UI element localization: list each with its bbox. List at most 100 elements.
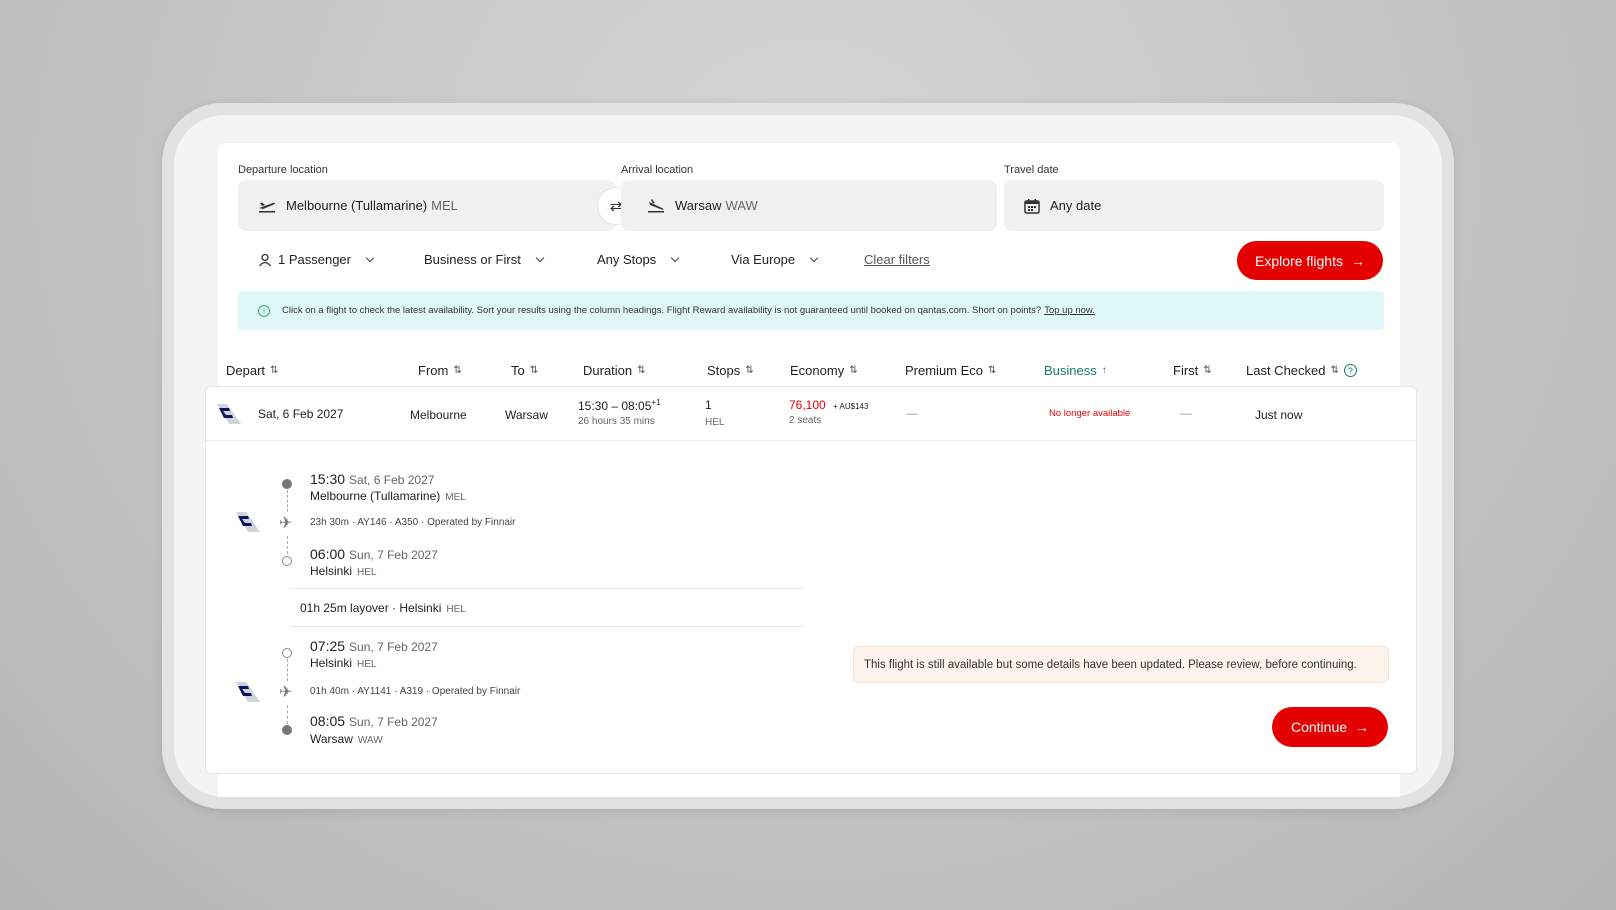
- column-from[interactable]: From ⇅: [418, 363, 462, 378]
- column-depart-label: Depart: [226, 363, 266, 378]
- column-premium-eco[interactable]: Premium Eco ⇅: [905, 363, 996, 378]
- finnair-tail-logo-icon: [236, 512, 260, 532]
- timeline-stop-dot: [282, 556, 292, 566]
- segment-1-departure-time: 15:30 Sat, 6 Feb 2027: [310, 471, 434, 487]
- sort-icon: ⇅: [988, 365, 997, 376]
- row-to: Warsaw: [505, 408, 548, 422]
- segment-1-dep-date: Sat, 6 Feb 2027: [349, 473, 435, 487]
- row-stops-count: 1: [705, 398, 712, 412]
- date-value: Any date: [1050, 198, 1102, 213]
- row-divider: [206, 440, 1416, 441]
- sort-icon: ⇅: [453, 365, 462, 376]
- column-from-label: From: [418, 363, 449, 378]
- segment-1-arr-time: 06:00: [310, 546, 346, 562]
- segment-2-arr-time: 08:05: [310, 713, 346, 729]
- plane-icon: ✈: [279, 684, 293, 701]
- layover-divider-bottom: [290, 626, 804, 627]
- segment-2-meta: 01h 40m · AY1141 · A319 · Operated by Fi…: [310, 686, 521, 697]
- passengers-dropdown[interactable]: 1 Passenger: [258, 252, 375, 267]
- explore-flights-label: Explore flights: [1255, 252, 1343, 269]
- arrival-value: Warsaw: [675, 198, 722, 213]
- segment-1-arrival-place: Helsinki HEL: [310, 564, 376, 578]
- segment-2-dep-date: Sun, 7 Feb 2027: [349, 640, 438, 654]
- arrival-code: WAW: [725, 198, 758, 213]
- layover-info: 01h 25m layover · Helsinki HEL: [300, 601, 466, 615]
- segment-2-dep-time: 07:25: [310, 638, 346, 654]
- segment-1-arr-date: Sun, 7 Feb 2027: [349, 548, 438, 562]
- economy-seats: 2 seats: [789, 415, 822, 426]
- timeline-end-dot: [282, 725, 292, 735]
- date-label: Travel date: [1004, 164, 1059, 176]
- segment-1-departure-place: Melbourne (Tullamarine) MEL: [310, 489, 466, 503]
- info-text: Click on a flight to check the latest av…: [282, 305, 1042, 316]
- departure-value: Melbourne (Tullamarine): [286, 198, 428, 213]
- info-banner: i Click on a flight to check the latest …: [238, 291, 1384, 330]
- departure-field[interactable]: Melbourne (Tullamarine) MEL: [238, 180, 616, 231]
- sort-icon: ⇅: [270, 365, 279, 376]
- info-icon: i: [258, 304, 270, 317]
- sort-ascending-icon: ↑: [1101, 365, 1107, 376]
- column-depart[interactable]: Depart ⇅: [226, 363, 278, 378]
- timeline-line: [287, 705, 288, 724]
- cabin-label: Business or First: [424, 252, 521, 267]
- column-duration[interactable]: Duration ⇅: [583, 363, 646, 378]
- sort-icon: ⇅: [849, 365, 858, 376]
- column-economy-label: Economy: [790, 363, 845, 378]
- arrow-right-icon: →: [1355, 719, 1370, 735]
- segment-1-dep-place: Melbourne (Tullamarine): [310, 489, 441, 503]
- column-business-label: Business: [1044, 363, 1097, 378]
- segment-2-arr-code: WAW: [357, 735, 383, 746]
- row-last-checked: Just now: [1255, 408, 1303, 422]
- segment-2-arr-place: Warsaw: [310, 732, 353, 746]
- row-stops: 1 HEL: [705, 398, 724, 428]
- column-last-checked-label: Last Checked: [1246, 363, 1326, 378]
- arrival-label: Arrival location: [621, 164, 694, 176]
- row-premium-eco: —: [906, 406, 918, 420]
- column-stops[interactable]: Stops ⇅: [707, 363, 754, 378]
- column-economy[interactable]: Economy ⇅: [790, 363, 858, 378]
- timeline-line: [287, 490, 288, 512]
- cabin-dropdown[interactable]: Business or First: [424, 252, 545, 267]
- layover-divider-top: [290, 588, 804, 589]
- row-first: —: [1180, 406, 1192, 420]
- segment-2-departure-place: Helsinki HEL: [310, 656, 376, 670]
- timeline-stop-dot: [282, 648, 292, 658]
- calendar-icon: [1024, 198, 1040, 214]
- column-business[interactable]: Business ↑: [1044, 363, 1107, 378]
- via-label: Via Europe: [731, 252, 796, 267]
- row-economy[interactable]: 76,100 + AU$143 2 seats: [789, 398, 868, 426]
- arrival-field[interactable]: Warsaw WAW: [621, 180, 997, 231]
- finnair-tail-logo-icon: [217, 404, 241, 424]
- via-dropdown[interactable]: Via Europe: [731, 252, 819, 267]
- top-up-link[interactable]: Top up now.: [1044, 305, 1095, 316]
- help-icon[interactable]: ?: [1343, 364, 1357, 377]
- segment-1-dep-code: MEL: [445, 492, 466, 503]
- sort-icon: ⇅: [1203, 365, 1212, 376]
- timeline-start-dot: [282, 479, 292, 489]
- arrow-right-icon: →: [1350, 252, 1365, 269]
- travel-date-field[interactable]: Any date: [1004, 180, 1384, 231]
- continue-label: Continue: [1290, 719, 1348, 735]
- explore-flights-button[interactable]: Explore flights →: [1237, 241, 1383, 280]
- segment-2-arr-date: Sun, 7 Feb 2027: [349, 715, 438, 729]
- column-last-checked[interactable]: Last Checked ⇅?: [1246, 363, 1357, 378]
- column-first[interactable]: First ⇅: [1173, 363, 1212, 378]
- segment-1-arrival-time: 06:00 Sun, 7 Feb 2027: [310, 546, 438, 562]
- column-to[interactable]: To ⇅: [511, 363, 538, 378]
- stops-dropdown[interactable]: Any Stops: [597, 252, 680, 267]
- segment-2-dep-code: HEL: [357, 659, 377, 670]
- segment-2-arrival-place: Warsaw WAW: [310, 732, 383, 746]
- chevron-down-icon: [365, 253, 375, 263]
- segment-1-arr-place: Helsinki: [310, 564, 353, 578]
- economy-points: 76,100: [789, 398, 826, 412]
- column-premium-eco-label: Premium Eco: [905, 363, 984, 378]
- clear-filters-link[interactable]: Clear filters: [864, 252, 930, 267]
- departure-label: Departure location: [238, 164, 328, 176]
- landing-icon: [648, 198, 664, 212]
- continue-button[interactable]: Continue →: [1272, 707, 1388, 747]
- column-to-label: To: [511, 363, 525, 378]
- sort-icon: ⇅: [637, 365, 646, 376]
- segment-2-dep-place: Helsinki: [310, 656, 353, 670]
- sort-icon: ⇅: [745, 365, 754, 376]
- row-time-range: 15:30 – 08:05: [578, 399, 652, 413]
